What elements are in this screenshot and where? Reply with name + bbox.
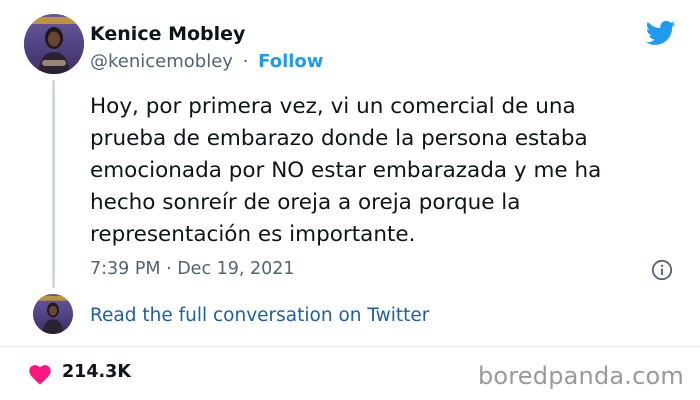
boredpanda-watermark: boredpanda.com (477, 362, 684, 390)
info-icon[interactable] (651, 259, 673, 281)
handle-separator: · (242, 51, 249, 72)
author-name[interactable]: Kenice Mobley (90, 23, 245, 45)
tweet-timestamp[interactable]: 7:39 PM · Dec 19, 2021 (90, 259, 295, 279)
follow-button[interactable]: Follow (258, 51, 323, 72)
heart-icon[interactable] (29, 365, 51, 385)
author-avatar-image (24, 14, 84, 74)
handle-row: @kenicemobley · Follow (90, 51, 323, 72)
author-avatar[interactable] (24, 14, 84, 74)
like-count[interactable]: 214.3K (62, 362, 131, 382)
conversation-avatar-image (33, 294, 73, 334)
conversation-avatar[interactable] (33, 294, 73, 334)
twitter-bird-icon[interactable] (644, 18, 678, 48)
read-conversation-link[interactable]: Read the full conversation on Twitter (90, 305, 429, 326)
author-handle[interactable]: @kenicemobley (90, 51, 233, 72)
divider (0, 346, 700, 347)
tweet-text: Hoy, por primera vez, vi un comercial de… (90, 94, 602, 247)
thread-line (52, 80, 55, 288)
